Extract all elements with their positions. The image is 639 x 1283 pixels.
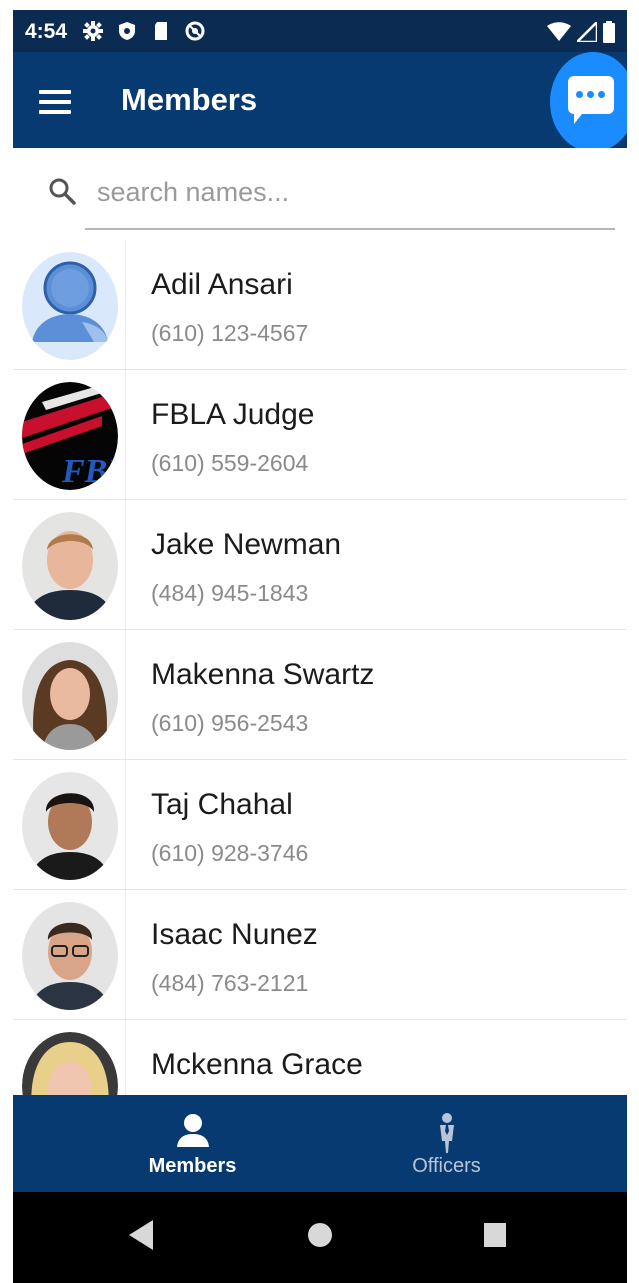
search-icon — [49, 178, 76, 205]
member-name: Jake Newman — [151, 528, 342, 561]
app-bar: Members — [13, 52, 627, 148]
battery-icon — [603, 21, 615, 43]
hamburger-menu-icon[interactable] — [39, 90, 71, 114]
app-window: 4:54 Members search names... Adil Ansari… — [13, 10, 627, 1283]
sd-card-icon — [155, 22, 167, 40]
status-notification-icons — [83, 21, 205, 41]
tab-label: Officers — [412, 1155, 481, 1177]
status-time: 4:54 — [25, 20, 68, 43]
recents-icon[interactable] — [483, 1220, 507, 1250]
member-phone: (484) 763-2121 — [151, 970, 309, 996]
default-person-avatar — [22, 252, 118, 360]
member-photo-avatar — [22, 512, 118, 620]
at-sign-icon — [185, 21, 205, 41]
list-item[interactable]: Jake Newman (484) 945-1843 — [13, 500, 627, 630]
member-name: Taj Chahal — [151, 788, 293, 821]
wifi-icon — [547, 22, 571, 41]
fbla-logo-avatar: FBL — [22, 382, 118, 490]
members-list[interactable]: Adil Ansari (610) 123-4567 FBL FBLA Judg… — [13, 240, 627, 1095]
member-name: Makenna Swartz — [151, 658, 375, 691]
tab-officers[interactable]: Officers — [293, 1095, 600, 1192]
status-bar: 4:54 — [13, 10, 627, 52]
member-name: Mckenna Grace — [151, 1048, 363, 1081]
signal-icon — [577, 22, 597, 42]
member-phone: (610) 956-2543 — [151, 710, 309, 736]
member-photo-avatar — [22, 902, 118, 1010]
list-item[interactable]: Isaac Nunez (484) 763-2121 — [13, 890, 627, 1020]
member-phone: (484) 945-1843 — [151, 580, 309, 606]
search-bar — [13, 148, 627, 240]
page-title: Members — [121, 82, 258, 117]
list-item[interactable]: Makenna Swartz (610) 956-2543 — [13, 630, 627, 760]
member-photo-avatar — [22, 642, 118, 750]
svg-text:FBL: FBL — [61, 453, 118, 490]
screen: 4:54 Members search names... Adil Ansari… — [0, 0, 639, 1283]
chat-bubble-icon — [568, 76, 614, 124]
member-phone: (610) 928-3746 — [151, 840, 309, 866]
list-item[interactable]: Adil Ansari (610) 123-4567 — [13, 240, 627, 370]
back-icon[interactable] — [129, 1220, 155, 1250]
member-name: Adil Ansari — [151, 268, 293, 301]
list-item[interactable]: FBL FBLA Judge (610) 559-2604 — [13, 370, 627, 500]
shield-icon — [119, 22, 135, 40]
status-system-icons — [547, 21, 615, 43]
officer-icon — [439, 1113, 454, 1153]
list-item[interactable]: Taj Chahal (610) 928-3746 — [13, 760, 627, 890]
member-name: FBLA Judge — [151, 398, 315, 431]
member-name: Isaac Nunez — [151, 918, 318, 951]
settings-gear-icon — [83, 21, 103, 41]
member-phone: (610) 559-2604 — [151, 450, 309, 476]
search-input[interactable] — [95, 170, 609, 214]
person-icon — [176, 1114, 209, 1147]
system-navigation-bar — [13, 1192, 627, 1283]
bottom-navigation: Members Officers — [13, 1095, 627, 1192]
member-photo-avatar — [22, 1032, 118, 1095]
member-phone: (610) 123-4567 — [151, 320, 309, 346]
chat-button[interactable] — [550, 52, 627, 152]
member-photo-avatar — [22, 772, 118, 880]
search-underline — [85, 228, 615, 230]
list-item[interactable]: Mckenna Grace — [13, 1020, 627, 1095]
home-icon[interactable] — [308, 1220, 332, 1250]
